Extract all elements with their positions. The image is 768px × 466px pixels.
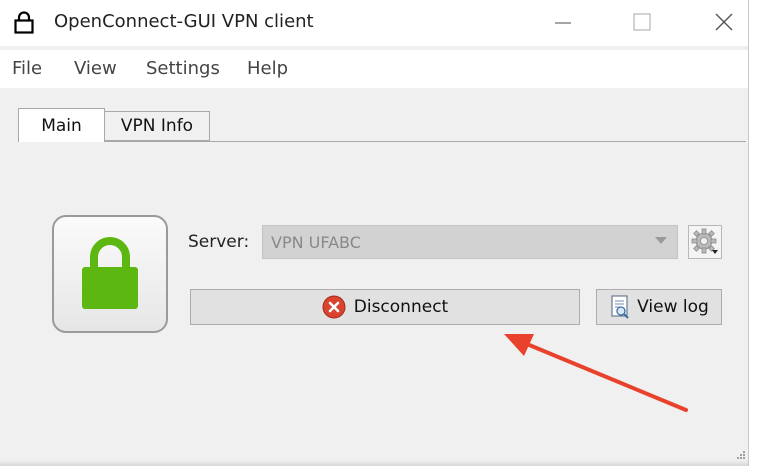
minimize-icon bbox=[555, 22, 571, 24]
window-bottom-edge bbox=[0, 460, 748, 466]
menu-settings[interactable]: Settings bbox=[146, 58, 220, 79]
tab-bar: Main VPN Info bbox=[18, 108, 746, 144]
window-title: OpenConnect-GUI VPN client bbox=[54, 11, 314, 32]
tab-vpn-info[interactable]: VPN Info bbox=[104, 111, 210, 141]
maximize-icon bbox=[633, 13, 651, 31]
lock-outline-icon bbox=[14, 11, 34, 34]
view-log-label: View log bbox=[637, 297, 709, 317]
close-icon bbox=[715, 13, 733, 31]
menu-help[interactable]: Help bbox=[247, 58, 288, 79]
server-value: VPN UFABC bbox=[271, 233, 361, 252]
close-button[interactable] bbox=[686, 0, 756, 46]
menu-file[interactable]: File bbox=[12, 58, 42, 79]
title-bar[interactable]: OpenConnect-GUI VPN client bbox=[0, 0, 748, 46]
menu-view[interactable]: View bbox=[74, 58, 117, 79]
gear-icon bbox=[691, 228, 718, 254]
menu-bar: File View Settings Help bbox=[0, 50, 748, 88]
chevron-down-icon bbox=[655, 237, 667, 244]
minimize-button[interactable] bbox=[528, 0, 598, 46]
resize-grip-icon[interactable] bbox=[734, 450, 746, 462]
disconnect-button[interactable]: Disconnect bbox=[190, 289, 580, 325]
server-label: Server: bbox=[188, 232, 250, 252]
connection-status-indicator bbox=[52, 215, 168, 333]
disconnect-label: Disconnect bbox=[353, 297, 449, 317]
maximize-button[interactable] bbox=[606, 0, 676, 46]
log-document-icon bbox=[611, 295, 629, 319]
annotation-arrow bbox=[504, 334, 688, 412]
view-log-button[interactable]: View log bbox=[596, 289, 722, 325]
server-settings-button[interactable] bbox=[688, 225, 722, 259]
error-x-icon bbox=[322, 295, 346, 319]
lock-closed-icon bbox=[82, 237, 138, 309]
server-select[interactable]: VPN UFABC bbox=[262, 225, 678, 259]
tab-main[interactable]: Main bbox=[18, 108, 105, 142]
